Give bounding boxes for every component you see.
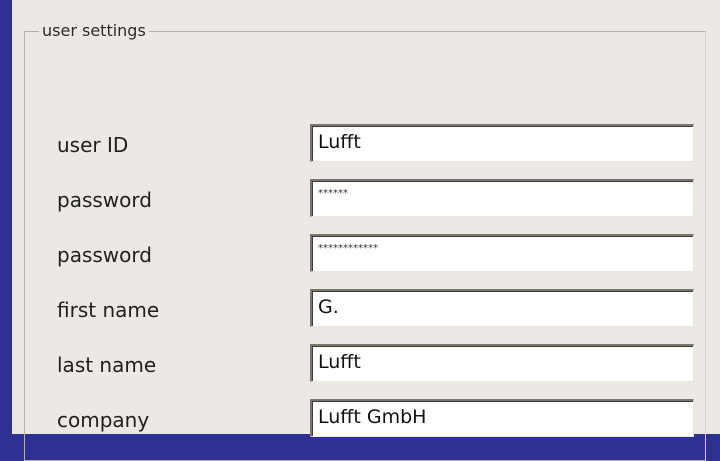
user-id-label: user ID (57, 133, 129, 157)
group-title: user settings (39, 20, 149, 42)
first-name-label: first name (57, 298, 160, 322)
user-settings-group: user settings user ID Lufft password ***… (24, 20, 706, 461)
password-confirm-label: password (57, 243, 152, 267)
first-name-input[interactable]: G. (310, 289, 694, 327)
password-label: password (57, 188, 152, 212)
password-input[interactable]: ****** (310, 179, 694, 217)
company-input[interactable]: Lufft GmbH (310, 399, 694, 437)
last-name-label: last name (57, 353, 157, 377)
settings-window: user settings user ID Lufft password ***… (12, 0, 720, 461)
password-confirm-input[interactable]: ************ (310, 234, 694, 272)
company-label: company (57, 408, 150, 432)
user-id-input[interactable]: Lufft (310, 124, 694, 162)
last-name-input[interactable]: Lufft (310, 344, 694, 382)
